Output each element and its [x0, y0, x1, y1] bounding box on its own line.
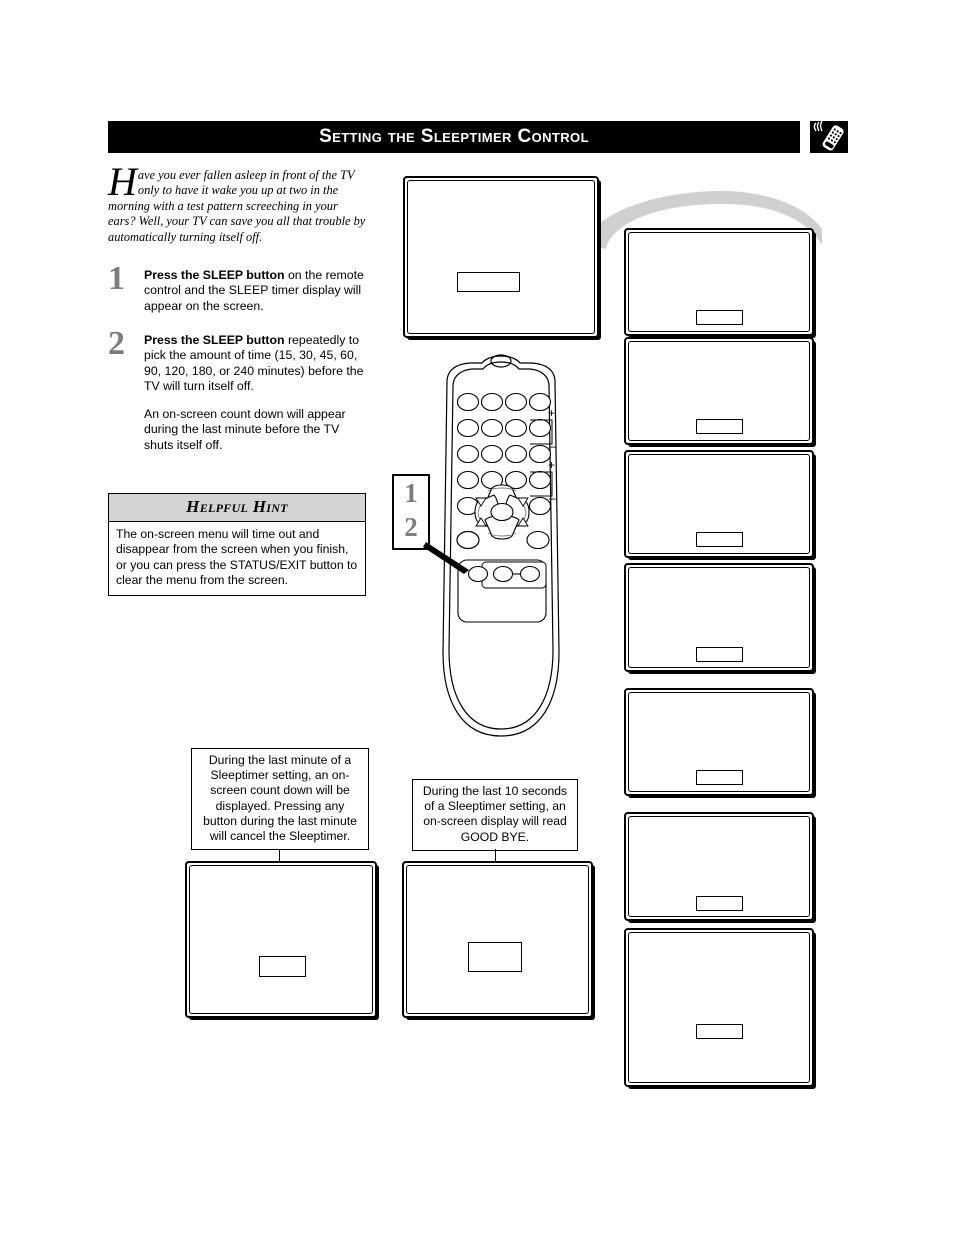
remote-control-icon	[806, 118, 852, 156]
osd-display	[696, 896, 743, 911]
intro-paragraph: Have you ever fallen asleep in front of …	[108, 159, 366, 245]
tv-screen-bottom-right	[402, 861, 593, 1018]
tv-screen-stack-item	[624, 228, 814, 336]
svg-text:+: +	[548, 406, 555, 420]
callout-number-1: 1	[404, 478, 418, 508]
osd-display	[696, 532, 743, 547]
tv-inner-border	[628, 932, 810, 1083]
tv-screen-bottom-left	[185, 861, 377, 1018]
osd-display	[696, 310, 743, 325]
osd-display-main	[457, 272, 520, 292]
svg-text:–: –	[549, 491, 556, 505]
step-1-bold: Press the SLEEP button	[144, 268, 285, 282]
step-2-number: 2	[108, 325, 125, 362]
tv-screen-stack-item	[624, 337, 814, 445]
caption-box-right: During the last 10 seconds of a Sleeptim…	[412, 779, 578, 851]
osd-display	[696, 1024, 743, 1039]
callout-leader-line	[420, 530, 480, 582]
step-2-subnote: An on-screen count down will appear duri…	[144, 407, 346, 452]
step-2: 2 Press the SLEEP button repeatedly to p…	[108, 327, 370, 394]
manual-page: Setting the Sleeptimer Control H ave you…	[0, 0, 954, 1235]
helpful-hint-heading: Helpful Hint	[109, 494, 365, 522]
osd-display-countdown	[259, 956, 306, 977]
step-1-text: Press the SLEEP button on the remote con…	[144, 268, 370, 314]
helpful-hint-body: The on-screen menu will time out and dis…	[116, 527, 358, 587]
tv-screen-main	[403, 176, 599, 338]
osd-display	[696, 647, 743, 662]
tv-inner-border	[406, 865, 589, 1014]
tv-inner-border	[189, 865, 373, 1014]
intro-dropcap: H	[108, 159, 137, 204]
caption-box-left: During the last minute of a Sleeptimer s…	[191, 748, 369, 851]
step-2-bold: Press the SLEEP button	[144, 333, 285, 347]
osd-display	[696, 419, 743, 434]
osd-display	[696, 770, 743, 785]
osd-display-goodbye	[468, 942, 522, 972]
step-2-text: Press the SLEEP button repeatedly to pic…	[144, 333, 370, 394]
step-1-number: 1	[108, 260, 125, 297]
page-header-bar: Setting the Sleeptimer Control	[108, 121, 800, 153]
step-1: 1 Press the SLEEP button on the remote c…	[108, 262, 370, 314]
tv-screen-stack-item	[624, 688, 814, 796]
tv-screen-stack-item	[624, 928, 814, 1087]
page-title: Setting the Sleeptimer Control	[319, 126, 589, 147]
intro-text: ave you ever fallen asleep in front of t…	[108, 168, 366, 244]
tv-screen-stack-item	[624, 450, 814, 558]
tv-screen-stack-item	[624, 812, 814, 921]
tv-screen-main-inner-border	[407, 180, 595, 334]
helpful-hint-box: Helpful Hint The on-screen menu will tim…	[108, 493, 366, 597]
svg-text:–: –	[549, 439, 556, 453]
svg-text:+: +	[548, 458, 555, 472]
tv-screen-stack-item	[624, 563, 814, 672]
